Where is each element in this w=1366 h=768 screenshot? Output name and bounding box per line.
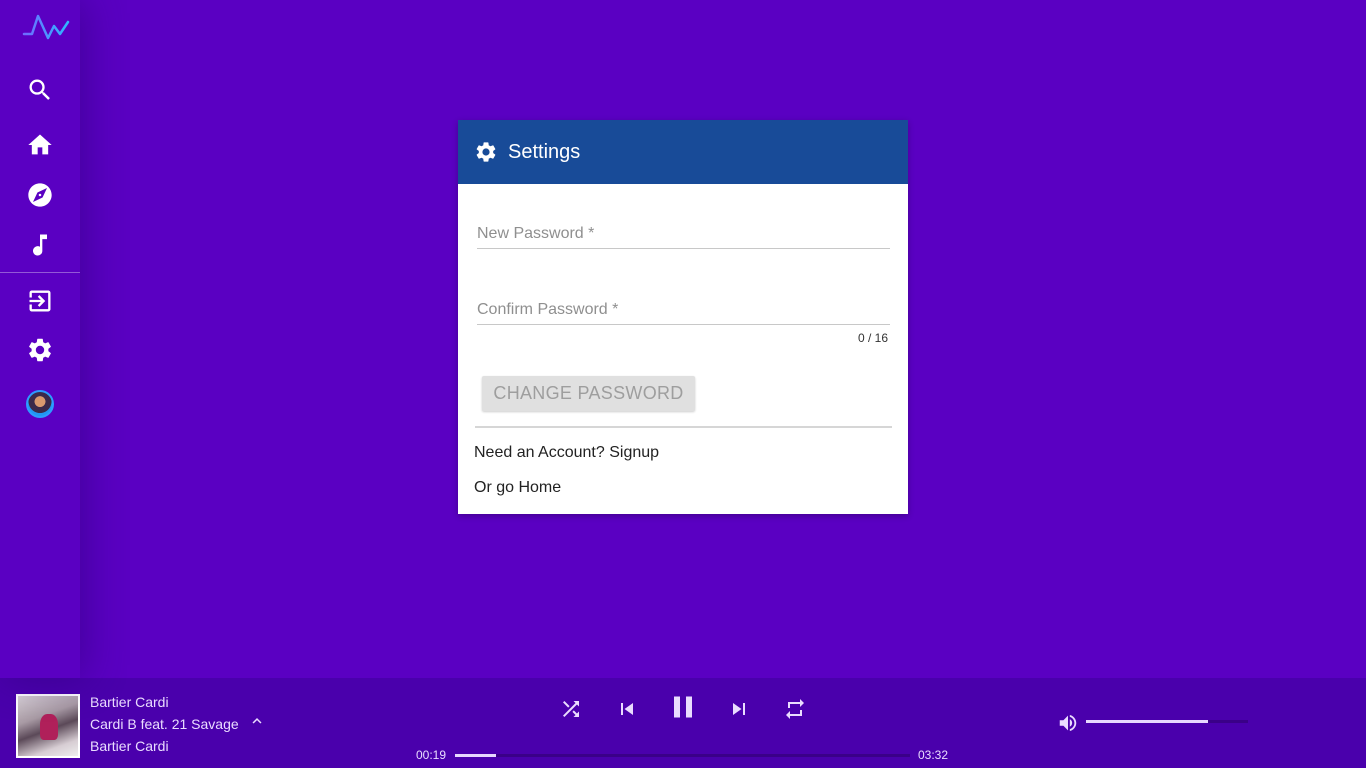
compass-icon [28,183,52,207]
shuffle-icon [563,701,579,717]
gear-icon [29,338,51,362]
track-title[interactable]: Bartier Cardi [90,694,169,710]
total-duration: 03:32 [918,748,949,762]
track-album[interactable]: Bartier Cardi [90,738,169,754]
repeat-button[interactable] [783,697,807,721]
page-title: Settings [508,140,581,163]
home-link[interactable]: Or go Home [474,479,561,497]
sidebar-item-profile[interactable] [0,380,80,428]
sidebar-item-settings[interactable] [0,326,80,374]
elapsed-time: 00:19 [416,748,447,762]
next-button[interactable] [727,697,751,721]
pause-button[interactable] [665,689,701,725]
expand-player-button[interactable] [248,712,266,730]
login-icon [29,290,51,312]
search-icon [29,79,50,100]
home-icon [28,134,52,155]
sidebar [0,0,80,678]
music-note-icon [33,234,47,256]
avatar [26,390,54,418]
pause-icon [674,696,692,718]
skip-next-icon [733,703,745,715]
settings-card: Settings 0 / 16 CHANGE PASSWORD Need an … [458,120,908,514]
confirm-password-input[interactable] [477,295,890,324]
signup-link[interactable]: Need an Account? Signup [474,444,659,462]
progress-fill [455,754,496,757]
progress-bar[interactable] [455,754,910,757]
chevron-up-icon [252,718,262,724]
sidebar-item-library[interactable] [0,221,80,269]
volume-button[interactable] [1057,712,1079,734]
pulse-logo-icon[interactable] [22,12,72,44]
gear-icon [476,142,496,162]
sidebar-item-explore[interactable] [0,171,80,219]
volume-fill [1086,720,1208,723]
repeat-icon [786,699,804,719]
previous-button[interactable] [615,697,639,721]
track-artist[interactable]: Cardi B feat. 21 Savage [90,716,239,732]
password-char-counter: 0 / 16 [857,331,888,345]
settings-card-header: Settings [458,120,908,184]
change-password-button[interactable]: CHANGE PASSWORD [482,376,695,411]
new-password-input[interactable] [477,219,890,248]
sidebar-item-search[interactable] [0,66,80,114]
confirm-password-field [477,295,890,325]
sidebar-item-home[interactable] [0,121,80,169]
album-cover[interactable] [16,694,80,758]
sidebar-divider [0,272,80,273]
card-divider [475,426,892,428]
sidebar-item-login[interactable] [0,277,80,325]
volume-slider[interactable] [1086,720,1248,723]
new-password-field [477,219,890,249]
volume-icon [1059,714,1077,732]
skip-previous-icon [621,703,633,715]
shuffle-button[interactable] [559,697,583,721]
